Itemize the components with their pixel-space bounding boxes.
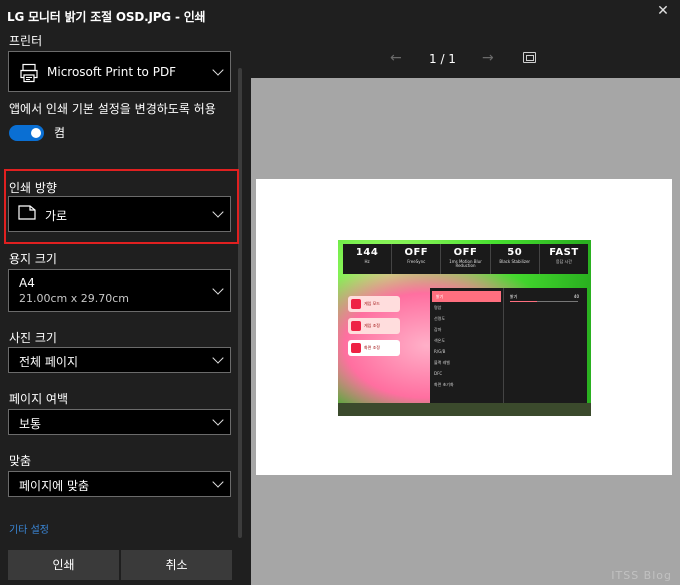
osd-stat-label: 응답 시간 bbox=[555, 259, 572, 264]
orientation-value: 가로 bbox=[45, 209, 68, 223]
preview-panel: ← 1 / 1 → 144 Hz OFF FreeSync OFF 1ms Mo… bbox=[251, 28, 680, 585]
osd-side-label: 게임 모드 bbox=[364, 301, 380, 306]
osd-side-label: 게임 조정 bbox=[364, 323, 380, 328]
preview-photo: 144 Hz OFF FreeSync OFF 1ms Motion Blur … bbox=[338, 240, 591, 416]
page-indicator: 1 / 1 bbox=[429, 52, 456, 66]
chevron-down-icon bbox=[212, 414, 224, 426]
osd-slider-value: 40 bbox=[573, 294, 579, 299]
osd-stat-label: Hz bbox=[364, 259, 370, 264]
orientation-select[interactable]: 가로 bbox=[8, 196, 231, 232]
printer-value: Microsoft Print to PDF bbox=[47, 65, 177, 79]
orientation-label: 인쇄 방향 bbox=[9, 181, 57, 195]
osd-stat: OFF FreeSync bbox=[392, 244, 442, 274]
osd-stat: 50 Black Stabilizer bbox=[491, 244, 540, 274]
osd-side-item: 게임 모드 bbox=[348, 296, 400, 312]
preview-taskbar bbox=[338, 403, 591, 416]
osd-stat-label: Black Stabilizer bbox=[499, 259, 531, 264]
osd-menu-item: 밝기 bbox=[432, 291, 501, 302]
osd-stat-value: 144 bbox=[355, 247, 379, 258]
osd-menu-item: 명암 bbox=[434, 305, 442, 310]
osd-menu-item: DFC bbox=[434, 371, 443, 376]
osd-menu-item: 블랙 레벨 bbox=[434, 360, 450, 365]
margins-value: 보통 bbox=[19, 417, 42, 431]
fit-select[interactable]: 페이지에 맞춤 bbox=[8, 471, 231, 497]
osd-brightness-slider bbox=[510, 301, 578, 302]
photo-size-label: 사진 크기 bbox=[9, 331, 57, 345]
osd-menu-item: 색온도 bbox=[434, 338, 446, 343]
chevron-down-icon bbox=[212, 63, 224, 76]
osd-menu-item: 화면 초기화 bbox=[434, 382, 454, 387]
osd-side-item: 게임 조정 bbox=[348, 318, 400, 334]
printer-icon bbox=[20, 63, 38, 83]
chevron-down-icon bbox=[212, 352, 224, 364]
chevron-down-icon bbox=[212, 206, 224, 218]
fit-label: 맞춤 bbox=[9, 454, 32, 468]
osd-stat-value: FAST bbox=[549, 247, 579, 258]
osd-stat-value: OFF bbox=[453, 247, 478, 258]
fit-to-window-icon[interactable] bbox=[523, 52, 536, 63]
osd-side-item: 화면 조정 bbox=[348, 340, 400, 356]
chevron-down-icon bbox=[212, 476, 224, 488]
toggle-state-label: 켬 bbox=[54, 126, 66, 140]
osd-slider-label: 밝기 bbox=[510, 294, 518, 299]
osd-stat-label: FreeSync bbox=[407, 259, 426, 264]
osd-stat: OFF 1ms Motion Blur Reduction bbox=[441, 244, 491, 274]
paper-size-value: A4 bbox=[19, 276, 35, 290]
osd-menu-list: 밝기 명암 선명도 감마 색온도 R/G/B 블랙 레벨 DFC 화면 초기화 bbox=[430, 288, 504, 411]
settings-panel: 프린터 Microsoft Print to PDF 앱에서 인쇄 기본 설정을… bbox=[0, 28, 243, 585]
page-icon bbox=[18, 205, 36, 220]
more-settings-link[interactable]: 기타 설정 bbox=[9, 521, 49, 536]
osd-menu-item: 선명도 bbox=[434, 316, 446, 321]
prev-page-icon[interactable]: ← bbox=[390, 50, 402, 66]
title-bar: LG 모니터 밝기 조절 OSD.JPG - 인쇄 ✕ bbox=[0, 0, 680, 28]
photo-size-select[interactable]: 전체 페이지 bbox=[8, 347, 231, 373]
next-page-icon[interactable]: → bbox=[482, 50, 494, 66]
osd-stat-bar: 144 Hz OFF FreeSync OFF 1ms Motion Blur … bbox=[343, 244, 588, 274]
cancel-button[interactable]: 취소 bbox=[121, 550, 232, 580]
preview-area: 144 Hz OFF FreeSync OFF 1ms Motion Blur … bbox=[251, 78, 680, 585]
osd-slider-fill bbox=[510, 301, 538, 302]
osd-stat-value: 50 bbox=[507, 247, 523, 258]
osd-menu-item: 감마 bbox=[434, 327, 442, 332]
osd-stat: FAST 응답 시간 bbox=[540, 244, 588, 274]
print-button[interactable]: 인쇄 bbox=[8, 550, 119, 580]
printer-select[interactable]: Microsoft Print to PDF bbox=[8, 51, 231, 92]
toggle-knob bbox=[31, 128, 41, 138]
fit-value: 페이지에 맞춤 bbox=[19, 479, 90, 493]
margins-select[interactable]: 보통 bbox=[8, 409, 231, 435]
print-dialog: LG 모니터 밝기 조절 OSD.JPG - 인쇄 ✕ 프린터 Microsof… bbox=[0, 0, 680, 585]
close-button[interactable]: ✕ bbox=[652, 2, 674, 20]
game-adjust-icon bbox=[351, 321, 361, 331]
osd-stat-value: OFF bbox=[404, 247, 429, 258]
photo-size-value: 전체 페이지 bbox=[19, 355, 79, 369]
osd-menu: 밝기 명암 선명도 감마 색온도 R/G/B 블랙 레벨 DFC 화면 초기화 … bbox=[430, 288, 587, 411]
app-setting-toggle[interactable] bbox=[9, 125, 44, 141]
osd-menu-item: R/G/B bbox=[434, 349, 446, 354]
osd-stat-label: 1ms Motion Blur Reduction bbox=[449, 259, 482, 268]
preview-page: 144 Hz OFF FreeSync OFF 1ms Motion Blur … bbox=[256, 179, 672, 475]
margins-label: 페이지 여백 bbox=[9, 392, 69, 406]
paper-size-select[interactable]: A4 21.00cm x 29.70cm bbox=[8, 269, 231, 312]
chevron-down-icon bbox=[212, 282, 224, 295]
osd-side-label: 화면 조정 bbox=[364, 345, 380, 350]
printer-label: 프린터 bbox=[9, 34, 43, 48]
paper-size-detail: 21.00cm x 29.70cm bbox=[19, 292, 130, 305]
paper-size-label: 용지 크기 bbox=[9, 252, 57, 266]
app-setting-label: 앱에서 인쇄 기본 설정을 변경하도록 허용 bbox=[9, 102, 216, 116]
watermark: ITSS Blog bbox=[611, 569, 672, 582]
picture-adjust-icon bbox=[351, 343, 361, 353]
settings-scrollbar[interactable] bbox=[238, 68, 242, 538]
game-mode-icon bbox=[351, 299, 361, 309]
window-title: LG 모니터 밝기 조절 OSD.JPG - 인쇄 bbox=[7, 10, 206, 24]
osd-stat: 144 Hz bbox=[343, 244, 393, 274]
